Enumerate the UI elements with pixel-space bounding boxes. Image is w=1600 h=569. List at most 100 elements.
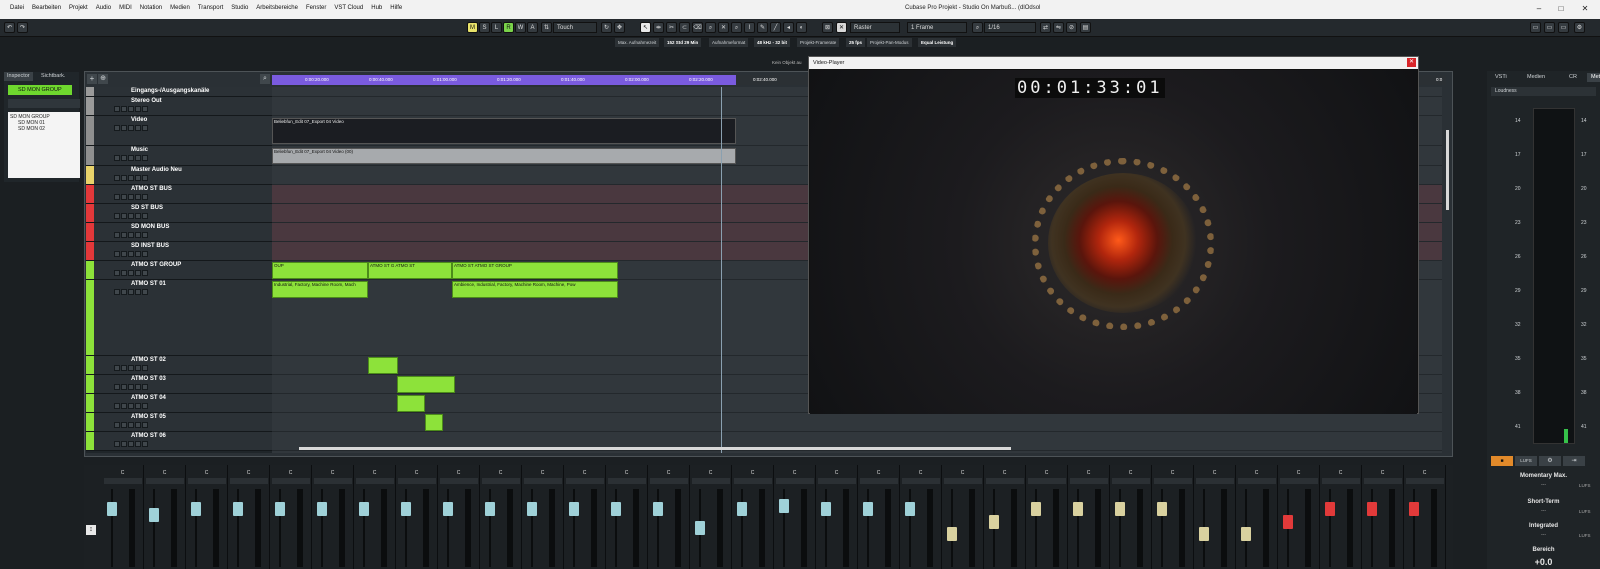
track-control-button[interactable] <box>114 155 120 161</box>
snap-icon[interactable]: ✕ <box>836 22 847 33</box>
channel-strip[interactable]: C <box>1152 465 1194 569</box>
pan-knob[interactable]: C <box>748 470 757 476</box>
volume-fader[interactable] <box>569 501 579 516</box>
tab-inspector[interactable]: Inspector <box>4 72 33 81</box>
track-control-button[interactable] <box>142 175 148 181</box>
channel-strip[interactable]: C <box>1278 465 1320 569</box>
channel-strip[interactable]: C <box>690 465 732 569</box>
track-control-button[interactable] <box>121 403 127 409</box>
volume-fader[interactable] <box>443 501 453 516</box>
tree-item[interactable]: SD MON 02 <box>10 126 78 132</box>
layout-right-icon[interactable]: ▭ <box>1558 22 1569 33</box>
draw-tool-icon[interactable]: ✎ <box>757 22 768 33</box>
insert-slot[interactable] <box>356 478 394 484</box>
track-control-button[interactable] <box>121 441 127 447</box>
track-control-button[interactable] <box>114 422 120 428</box>
track-control-button[interactable] <box>135 232 141 238</box>
volume-fader[interactable] <box>1115 501 1125 516</box>
volume-fader[interactable] <box>821 501 831 516</box>
music-event[interactable]: Beliebfun_Edit 07_Export 04 Video (00) <box>272 148 736 164</box>
track-header[interactable]: SD MON BUS <box>86 223 272 242</box>
pan-knob[interactable]: C <box>160 470 169 476</box>
track-header[interactable]: SD ST BUS <box>86 204 272 223</box>
insert-slot[interactable] <box>776 478 814 484</box>
insert-slot[interactable] <box>524 478 562 484</box>
menu-item-audio[interactable]: Audio <box>92 5 115 11</box>
pan-knob[interactable]: C <box>832 470 841 476</box>
tab-meter[interactable]: Meter <box>1587 73 1600 82</box>
insert-slot[interactable] <box>398 478 436 484</box>
insert-slot[interactable] <box>482 478 520 484</box>
track-control-button[interactable] <box>114 125 120 131</box>
insert-slot[interactable] <box>650 478 688 484</box>
pan-knob[interactable]: C <box>118 470 127 476</box>
comp-tool-icon[interactable]: ⌕ <box>731 22 742 33</box>
track-control-button[interactable] <box>121 384 127 390</box>
insert-slot[interactable] <box>566 478 604 484</box>
insert-slot[interactable] <box>146 478 184 484</box>
volume-fader[interactable] <box>1199 527 1209 542</box>
pan-knob[interactable]: C <box>202 470 211 476</box>
track-control-button[interactable] <box>142 270 148 276</box>
track-control-button[interactable] <box>142 365 148 371</box>
automation-button[interactable]: A <box>527 22 538 33</box>
track-control-button[interactable] <box>114 175 120 181</box>
insert-slot[interactable] <box>272 478 310 484</box>
track-header[interactable]: ATMO ST 02 <box>86 356 272 375</box>
track-control-button[interactable] <box>114 365 120 371</box>
track-header[interactable]: Stereo Out <box>86 97 272 116</box>
track-control-button[interactable] <box>121 213 127 219</box>
track-control-button[interactable] <box>121 194 127 200</box>
track-control-button[interactable] <box>121 422 127 428</box>
insert-slot[interactable] <box>1028 478 1066 484</box>
insert-slot[interactable] <box>902 478 940 484</box>
undo-icon[interactable]: ↶ <box>4 22 15 33</box>
volume-fader[interactable] <box>695 521 705 535</box>
track-control-button[interactable] <box>128 175 134 181</box>
audio-event[interactable]: Ambience, Industrial, Factory, Machine R… <box>452 281 618 298</box>
color-tool-icon[interactable]: ◐ <box>796 22 807 33</box>
track-control-button[interactable] <box>142 289 148 295</box>
track-control-button[interactable] <box>121 106 127 112</box>
track-header[interactable]: ATMO ST 01 <box>86 280 272 356</box>
channel-strip[interactable]: C <box>1068 465 1110 569</box>
pan-knob[interactable]: C <box>1252 470 1261 476</box>
track-control-button[interactable] <box>114 289 120 295</box>
automation-mode-select[interactable]: Touch <box>553 22 597 33</box>
solo-button[interactable]: S <box>479 22 490 33</box>
track-control-button[interactable] <box>135 422 141 428</box>
pan-knob[interactable]: C <box>958 470 967 476</box>
pan-knob[interactable]: C <box>412 470 421 476</box>
channel-strip[interactable]: C <box>1404 465 1446 569</box>
track-control-button[interactable] <box>128 422 134 428</box>
track-control-button[interactable] <box>135 213 141 219</box>
volume-fader[interactable] <box>989 514 999 529</box>
automation-icon[interactable]: ⇅ <box>541 22 552 33</box>
track-control-button[interactable] <box>142 155 148 161</box>
menu-item-datei[interactable]: Datei <box>6 5 28 11</box>
track-control-button[interactable] <box>128 365 134 371</box>
track-control-button[interactable] <box>142 251 148 257</box>
gear-icon[interactable]: ⚙ <box>1574 22 1585 33</box>
channel-strip[interactable]: C <box>564 465 606 569</box>
meter-settings-icon[interactable]: ⚙ <box>1539 456 1561 466</box>
track-header[interactable]: Master Audio Neu <box>86 166 272 185</box>
layout-lower-icon[interactable]: ▭ <box>1544 22 1555 33</box>
tab-cr[interactable]: CR <box>1565 73 1581 82</box>
track-control-button[interactable] <box>135 155 141 161</box>
quantize-grid-select[interactable]: 1 Frame <box>907 22 967 33</box>
insert-slot[interactable] <box>1322 478 1360 484</box>
autoscroll-icon[interactable]: ↻ <box>601 22 612 33</box>
video-player-titlebar[interactable]: Video-Player ✕ <box>809 57 1418 69</box>
volume-fader[interactable] <box>947 527 957 542</box>
insert-slot[interactable] <box>104 478 142 484</box>
iq-settings-icon[interactable]: ⇋ <box>1053 22 1064 33</box>
snap-toggle-icon[interactable]: ⊠ <box>822 22 833 33</box>
track-control-button[interactable] <box>128 270 134 276</box>
track-control-button[interactable] <box>128 289 134 295</box>
volume-fader[interactable] <box>107 501 117 516</box>
volume-fader[interactable] <box>863 501 873 516</box>
track-control-button[interactable] <box>121 365 127 371</box>
audio-event[interactable] <box>397 395 425 412</box>
volume-fader[interactable] <box>149 508 159 523</box>
